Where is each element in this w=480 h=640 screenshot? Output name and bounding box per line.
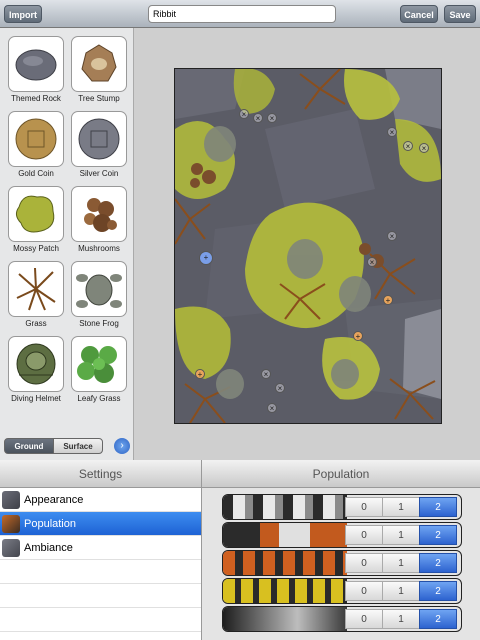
- forward-arrow-icon[interactable]: ›: [114, 438, 130, 454]
- placement-handle[interactable]: +: [383, 295, 393, 305]
- segment-surface[interactable]: Surface: [53, 438, 103, 454]
- placement-handle[interactable]: ×: [403, 141, 413, 151]
- placement-handle[interactable]: ×: [267, 403, 277, 413]
- mushrooms-icon: [84, 198, 117, 232]
- mossy-patch-icon: [15, 195, 55, 233]
- object-palette: Themed Rock Tree Stump Gold Coin Silver …: [0, 28, 134, 460]
- palette-item-tree-stump[interactable]: [71, 36, 127, 92]
- palette-item-mushrooms[interactable]: [71, 186, 127, 242]
- palette-label: Leafy Grass: [77, 394, 121, 403]
- population-header: Population: [202, 460, 480, 488]
- palette-label: Silver Coin: [79, 169, 119, 178]
- leafy-grass-icon: [77, 346, 117, 383]
- population-option-2[interactable]: 2: [419, 581, 457, 601]
- stone-frog-icon: [76, 274, 122, 308]
- population-row: 0 1 2: [222, 578, 462, 604]
- creature-thumbnail: [223, 551, 347, 575]
- population-option-0[interactable]: 0: [345, 525, 383, 545]
- map-terrain: [175, 69, 441, 423]
- map-canvas-area: × × × × × × × × + + + × × × +: [134, 28, 480, 460]
- population-option-2[interactable]: 2: [419, 525, 457, 545]
- palette-item-diving-helmet[interactable]: [8, 336, 64, 392]
- population-option-2[interactable]: 2: [419, 609, 457, 629]
- selected-placement-handle[interactable]: +: [199, 251, 213, 265]
- placement-handle[interactable]: +: [353, 331, 363, 341]
- population-icon: [2, 515, 20, 533]
- settings-item-label: Population: [24, 518, 76, 530]
- population-option-1[interactable]: 1: [382, 609, 420, 629]
- placement-handle[interactable]: ×: [419, 143, 429, 153]
- settings-item-label: Ambiance: [24, 542, 73, 554]
- population-option-1[interactable]: 1: [382, 525, 420, 545]
- cancel-button[interactable]: Cancel: [400, 5, 438, 23]
- palette-item-mossy-patch[interactable]: [8, 186, 64, 242]
- placement-handle[interactable]: ×: [367, 257, 377, 267]
- placement-handle[interactable]: +: [195, 369, 205, 379]
- creature-thumbnail: [223, 607, 347, 631]
- placement-handle[interactable]: ×: [239, 109, 249, 119]
- title-input[interactable]: Ribbit: [148, 5, 336, 23]
- settings-header: Settings: [0, 460, 201, 488]
- ambiance-icon: [2, 539, 20, 557]
- population-option-0[interactable]: 0: [345, 553, 383, 573]
- empty-row: [0, 560, 201, 584]
- palette-item-gold-coin[interactable]: [8, 111, 64, 167]
- placement-handle[interactable]: ×: [261, 369, 271, 379]
- palette-label: Stone Frog: [79, 319, 119, 328]
- population-option-1[interactable]: 1: [382, 497, 420, 517]
- population-option-0[interactable]: 0: [345, 609, 383, 629]
- settings-item-appearance[interactable]: Appearance: [0, 488, 201, 512]
- appearance-icon: [2, 491, 20, 509]
- level-map[interactable]: × × × × × × × × + + + × × × +: [174, 68, 442, 424]
- settings-item-population[interactable]: Population: [0, 512, 201, 536]
- settings-panel: Settings Appearance Population Ambiance: [0, 460, 202, 640]
- palette-label: Grass: [25, 319, 47, 328]
- palette-item-grass[interactable]: [8, 261, 64, 317]
- population-row: 0 1 2: [222, 606, 462, 632]
- tree-stump-icon: [81, 44, 117, 82]
- palette-label: Themed Rock: [11, 94, 61, 103]
- palette-item-themed-rock[interactable]: [8, 36, 64, 92]
- palette-item-leafy-grass[interactable]: [71, 336, 127, 392]
- import-button[interactable]: Import: [4, 5, 42, 23]
- diving-helmet-icon: [16, 343, 56, 385]
- silver-coin-icon: [78, 118, 120, 160]
- placement-handle[interactable]: ×: [267, 113, 277, 123]
- placement-handle[interactable]: ×: [387, 127, 397, 137]
- palette-label: Mushrooms: [78, 244, 120, 253]
- population-option-0[interactable]: 0: [345, 497, 383, 517]
- population-option-2[interactable]: 2: [419, 553, 457, 573]
- save-button[interactable]: Save: [444, 5, 476, 23]
- population-option-1[interactable]: 1: [382, 581, 420, 601]
- gold-coin-icon: [15, 118, 57, 160]
- creature-thumbnail: [223, 579, 347, 603]
- creature-thumbnail: [223, 495, 347, 519]
- palette-label: Gold Coin: [18, 169, 54, 178]
- rock-icon: [15, 49, 57, 81]
- population-panel: Population 0 1 2 0 1 2 0 1 2 0 1 2 0 1 2: [202, 460, 480, 640]
- palette-label: Mossy Patch: [13, 244, 59, 253]
- population-option-2[interactable]: 2: [419, 497, 457, 517]
- population-row: 0 1 2: [222, 522, 462, 548]
- empty-row: [0, 608, 201, 632]
- empty-row: [0, 584, 201, 608]
- population-row: 0 1 2: [222, 494, 462, 520]
- creature-thumbnail: [223, 523, 347, 547]
- palette-item-stone-frog[interactable]: [71, 261, 127, 317]
- palette-label: Tree Stump: [78, 94, 120, 103]
- population-row: 0 1 2: [222, 550, 462, 576]
- grass-icon: [16, 267, 56, 311]
- population-option-1[interactable]: 1: [382, 553, 420, 573]
- placement-handle[interactable]: ×: [275, 383, 285, 393]
- placement-handle[interactable]: ×: [253, 113, 263, 123]
- palette-label: Diving Helmet: [11, 394, 61, 403]
- toolbar: Import Ribbit Cancel Save: [0, 0, 480, 28]
- population-option-0[interactable]: 0: [345, 581, 383, 601]
- settings-item-ambiance[interactable]: Ambiance: [0, 536, 201, 560]
- palette-item-silver-coin[interactable]: [71, 111, 127, 167]
- segment-ground[interactable]: Ground: [4, 438, 54, 454]
- settings-item-label: Appearance: [24, 494, 84, 506]
- placement-handle[interactable]: ×: [387, 231, 397, 241]
